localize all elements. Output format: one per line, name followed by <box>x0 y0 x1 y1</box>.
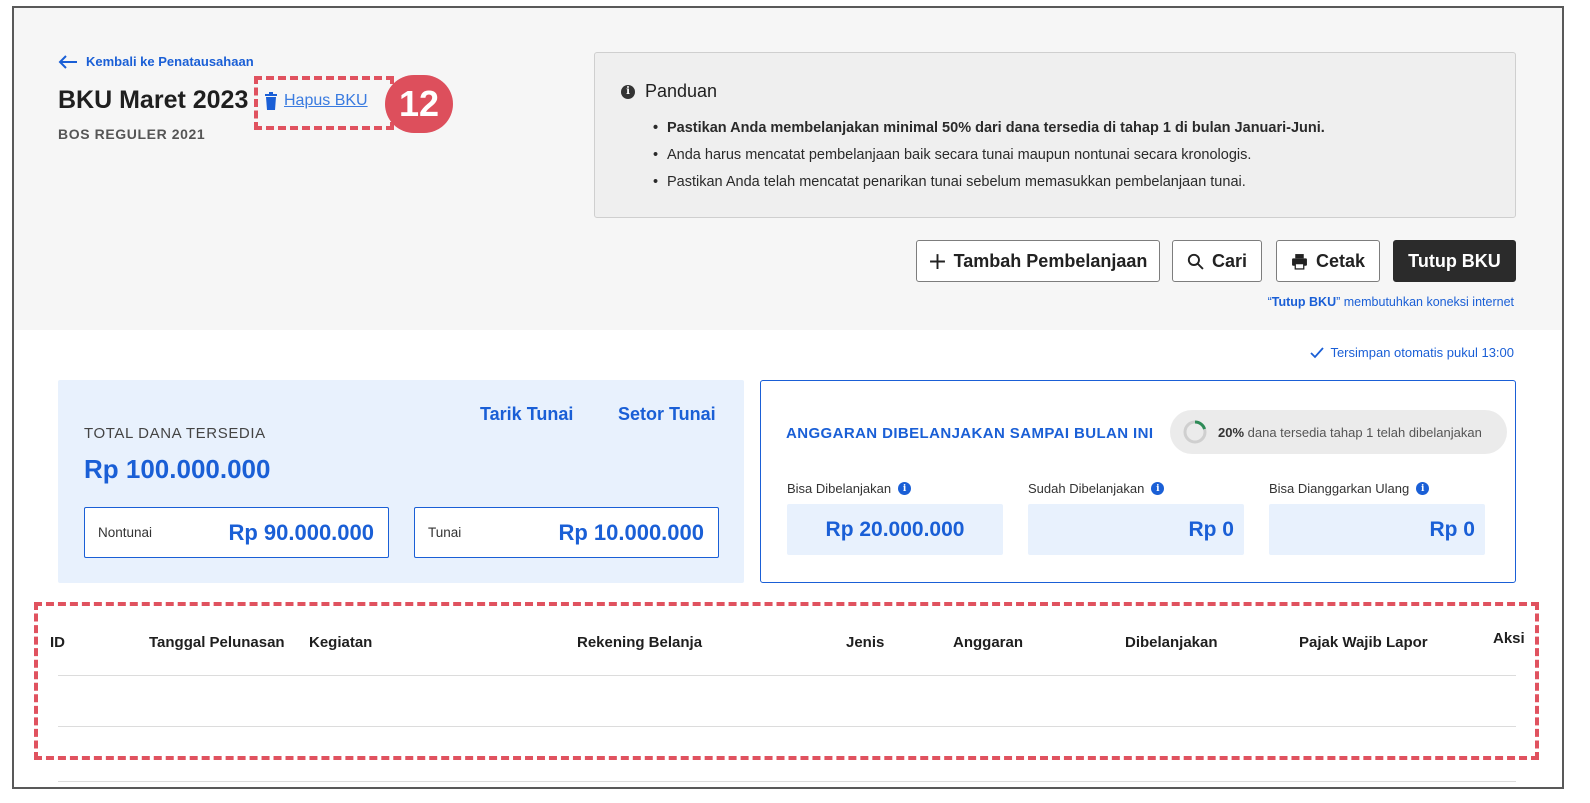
highlight-box-delete <box>254 76 394 130</box>
app-frame: Kembali ke Penatausahaan BKU Maret 2023 … <box>12 6 1564 789</box>
plus-icon <box>929 253 945 269</box>
guide-panel: i Panduan Pastikan Anda membelanjakan mi… <box>594 52 1516 218</box>
printer-icon <box>1292 253 1307 270</box>
search-icon <box>1187 253 1204 270</box>
cash-label: Tunai <box>428 525 462 540</box>
info-icon[interactable]: i <box>898 482 912 495</box>
cash-box: Tunai Rp 10.000.000 <box>414 507 719 558</box>
annotation-badge: 12 <box>385 75 453 133</box>
noncash-label: Nontunai <box>98 525 153 540</box>
guide-item: Anda harus mencatat pembelanjaan baik se… <box>653 142 1325 169</box>
guide-item: Pastikan Anda telah mencatat penarikan t… <box>653 169 1325 196</box>
autosave-status: Tersimpan otomatis pukul 13:00 <box>1310 345 1514 360</box>
guide-title: Panduan <box>645 81 718 101</box>
stat-rebudget: Bisa Dianggarkan Ulang i Rp 0 <box>1269 481 1485 555</box>
close-bku-button[interactable]: Tutup BKU <box>1393 240 1516 282</box>
stat-already-spent: Sudah Dibelanjakan i Rp 0 <box>1028 481 1244 555</box>
check-icon <box>1310 346 1325 358</box>
progress-rest: dana tersedia tahap 1 telah dibelanjakan <box>1244 424 1482 440</box>
page-title: BKU Maret 2023 <box>58 86 249 114</box>
budget-spent-card: ANGGARAN DIBELANJAKAN SAMPAI BULAN INI 2… <box>760 380 1516 583</box>
stat-value: Rp 0 <box>1269 504 1485 555</box>
cash-value: Rp 10.000.000 <box>558 519 704 545</box>
progress-percent: 20% <box>1218 424 1245 440</box>
table-row <box>58 781 1516 782</box>
guide-header: i Panduan <box>621 81 717 102</box>
page-subtitle: BOS REGULER 2021 <box>58 126 206 142</box>
arrow-left-icon <box>58 54 77 69</box>
search-label: Cari <box>1211 250 1247 271</box>
available-funds-card: TOTAL DANA TERSEDIA Rp 100.000.000 Tarik… <box>58 380 744 583</box>
withdraw-cash-link[interactable]: Tarik Tunai <box>480 404 573 425</box>
stat-label: Bisa Dibelanjakan <box>787 481 892 496</box>
stat-label: Bisa Dianggarkan Ulang <box>1269 481 1410 496</box>
progress-ring-icon <box>1183 420 1207 444</box>
autosave-label: Tersimpan otomatis pukul 13:00 <box>1330 345 1514 360</box>
guide-item: Pastikan Anda membelanjakan minimal 50% … <box>653 115 1325 142</box>
budget-title: ANGGARAN DIBELANJAKAN SAMPAI BULAN INI <box>786 425 1154 442</box>
funds-value: Rp 100.000.000 <box>84 454 271 484</box>
add-expense-button[interactable]: Tambah Pembelanjaan <box>916 240 1160 282</box>
highlight-box-table <box>34 602 1539 760</box>
stat-can-spend: Bisa Dibelanjakan i Rp 20.000.000 <box>787 481 1003 555</box>
note-rest: ” membutuhkan koneksi internet <box>1336 295 1514 309</box>
note-bold: Tutup BKU <box>1271 295 1337 309</box>
deposit-cash-link[interactable]: Setor Tunai <box>618 404 716 425</box>
back-link-label: Kembali ke Penatausahaan <box>86 54 254 69</box>
spent-progress-pill: 20% dana tersedia tahap 1 telah dibelanj… <box>1170 410 1507 454</box>
print-label: Cetak <box>1315 250 1366 271</box>
guide-list: Pastikan Anda membelanjakan minimal 50% … <box>653 115 1325 196</box>
back-link[interactable]: Kembali ke Penatausahaan <box>58 54 254 69</box>
noncash-box: Nontunai Rp 90.000.000 <box>84 507 389 558</box>
info-icon[interactable]: i <box>1151 482 1165 495</box>
internet-note: “Tutup BKU” membutuhkan koneksi internet <box>1268 295 1514 309</box>
noncash-value: Rp 90.000.000 <box>228 519 374 545</box>
info-icon[interactable]: i <box>1416 482 1430 495</box>
stat-label: Sudah Dibelanjakan <box>1028 481 1145 496</box>
add-expense-label: Tambah Pembelanjaan <box>953 250 1148 271</box>
info-icon: i <box>621 84 635 99</box>
progress-text: 20% dana tersedia tahap 1 telah dibelanj… <box>1218 425 1482 440</box>
search-button[interactable]: Cari <box>1172 240 1262 282</box>
print-button[interactable]: Cetak <box>1276 240 1380 282</box>
stat-value: Rp 20.000.000 <box>787 504 1003 555</box>
funds-label: TOTAL DANA TERSEDIA <box>84 425 266 442</box>
stat-value: Rp 0 <box>1028 504 1244 555</box>
close-bku-label: Tutup BKU <box>1408 250 1501 271</box>
